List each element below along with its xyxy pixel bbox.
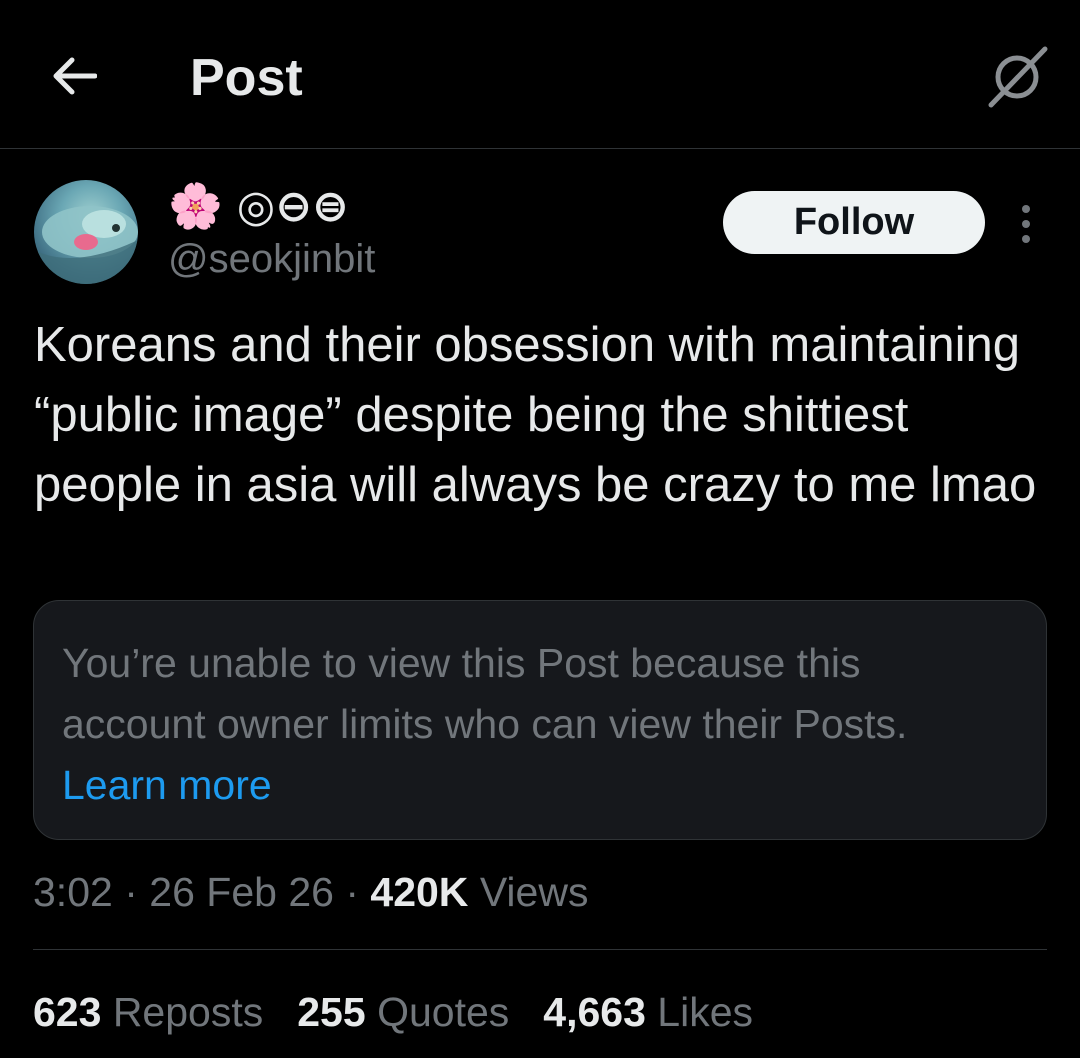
cherry-blossom-emoji: 🌸 (168, 182, 223, 231)
post-detail-screen: Post 🌸 ◎⊖⊜ @seokjinbit Follow Koreans an… (0, 0, 1080, 1058)
views-label: Views (479, 869, 589, 915)
unavailable-message-text: You’re unable to view this Post because … (62, 640, 908, 747)
arrow-left-icon (53, 57, 97, 95)
username-handle[interactable]: @seokjinbit (168, 234, 375, 284)
quotes-label: Quotes (377, 989, 510, 1035)
quotes-stat[interactable]: 255 Quotes (297, 982, 509, 1042)
post-date[interactable]: 26 Feb 26 (149, 869, 334, 915)
engagement-stats: 623 Reposts 255 Quotes 4,663 Likes (33, 982, 753, 1042)
post-metadata: 3:02 · 26 Feb 26 · 420K Views (33, 862, 588, 922)
more-options-button[interactable] (1008, 196, 1044, 252)
unavailable-quote-card: You’re unable to view this Post because … (33, 600, 1047, 840)
back-button[interactable] (44, 46, 104, 106)
views-count: 420K (370, 869, 469, 915)
likes-stat[interactable]: 4,663 Likes (543, 982, 753, 1042)
divider (33, 949, 1047, 950)
learn-more-link[interactable]: Learn more (62, 762, 272, 808)
top-app-bar: Post (0, 0, 1080, 149)
more-vertical-icon (1022, 205, 1030, 243)
avatar-image (34, 206, 138, 284)
follow-button[interactable]: Follow (723, 191, 985, 254)
meta-separator: · (124, 869, 138, 915)
likes-count: 4,663 (543, 989, 646, 1035)
grok-icon (988, 46, 1048, 108)
reposts-stat[interactable]: 623 Reposts (33, 982, 263, 1042)
post-text: Koreans and their obsession with maintai… (34, 318, 1037, 512)
page-title: Post (190, 49, 303, 107)
unavailable-message: You’re unable to view this Post because … (62, 633, 1012, 816)
avatar[interactable] (34, 180, 138, 284)
grok-button[interactable] (984, 44, 1050, 110)
reposts-label: Reposts (112, 989, 264, 1035)
likes-label: Likes (657, 989, 754, 1035)
reposts-count: 623 (33, 989, 102, 1035)
meta-separator: · (345, 869, 359, 915)
display-name-text: ◎⊖⊜ (236, 181, 349, 231)
post-time[interactable]: 3:02 (33, 869, 113, 915)
quotes-count: 255 (297, 989, 366, 1035)
display-name[interactable]: 🌸 ◎⊖⊜ (168, 176, 349, 236)
